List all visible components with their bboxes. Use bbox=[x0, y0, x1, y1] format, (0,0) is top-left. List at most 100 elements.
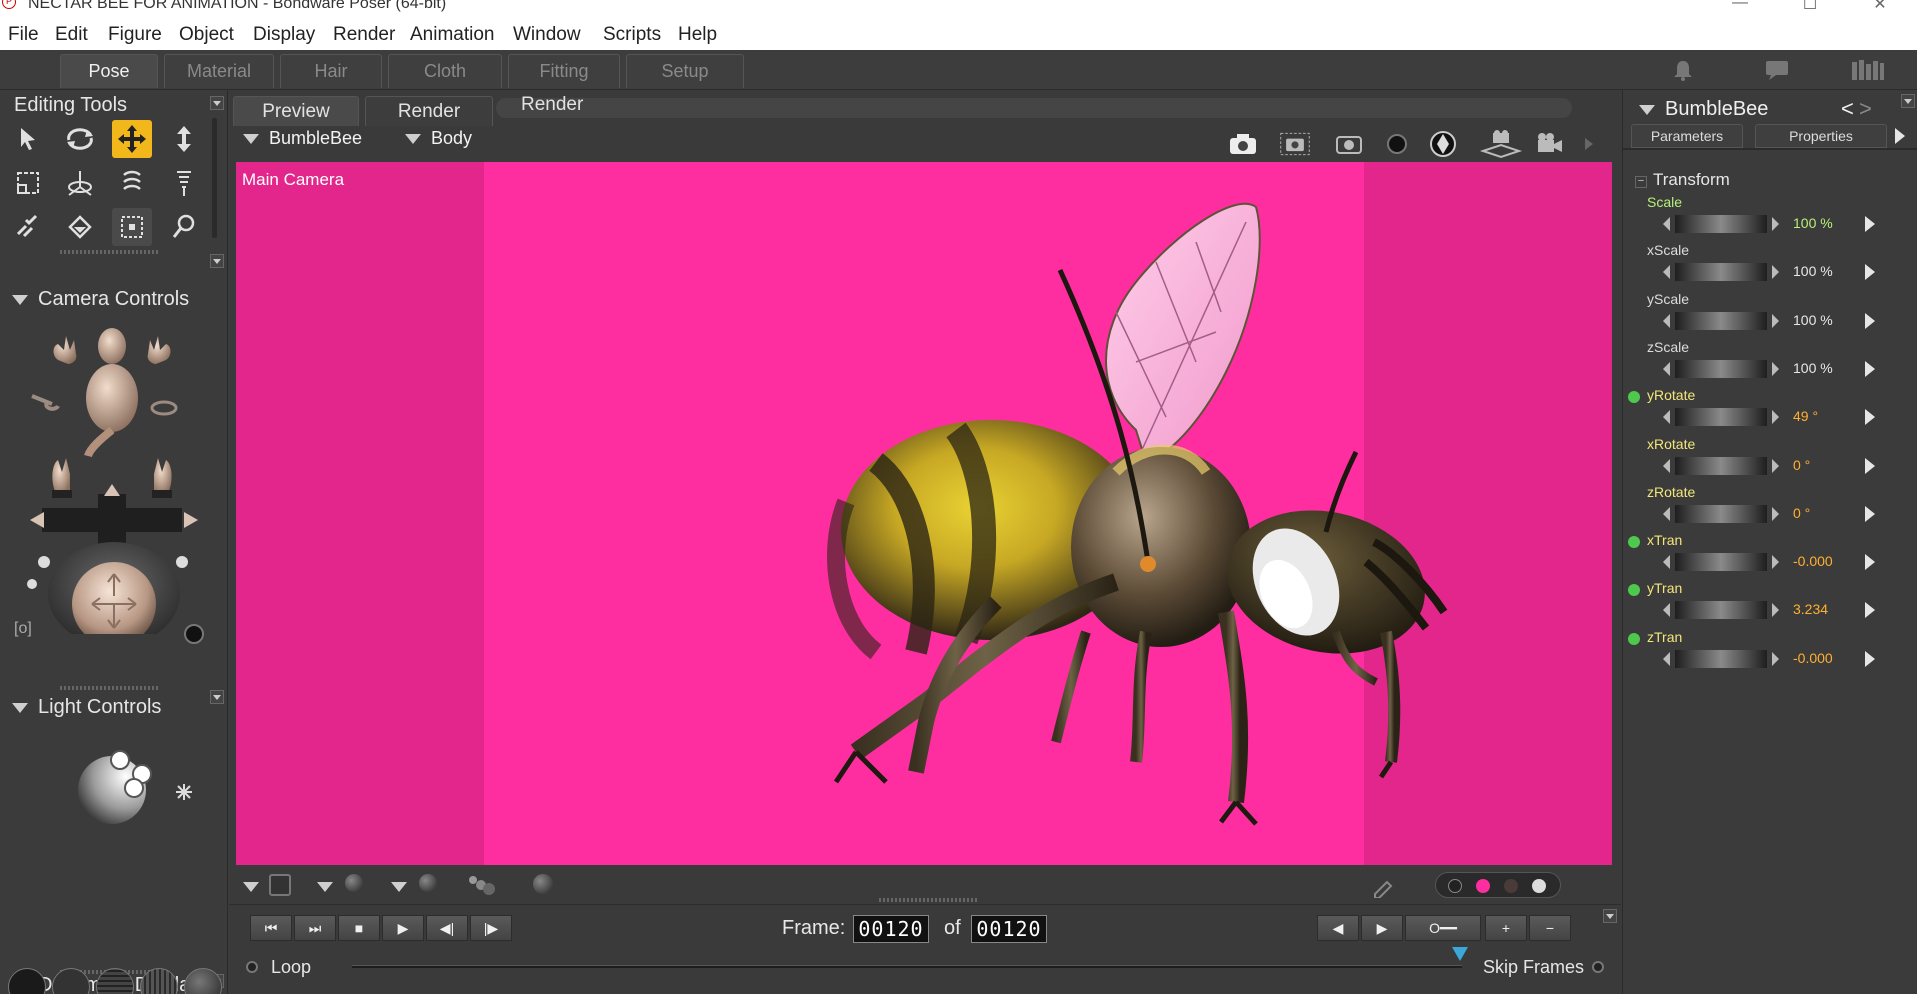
menu-figure[interactable]: Figure bbox=[108, 24, 162, 46]
bumblebee-figure[interactable] bbox=[236, 162, 1612, 865]
preview-dots-icon[interactable] bbox=[467, 874, 497, 896]
skip-frames-toggle[interactable] bbox=[1592, 961, 1604, 973]
play-button[interactable]: ▶ bbox=[382, 915, 424, 941]
close-button[interactable]: ✕ bbox=[1860, 0, 1900, 14]
ground-shadow-dropdown[interactable] bbox=[317, 878, 343, 896]
twist-tool-icon[interactable] bbox=[164, 164, 204, 202]
param-dial[interactable] bbox=[1663, 649, 1779, 669]
param-value[interactable]: -0.000 bbox=[1793, 650, 1833, 666]
tab-parameters[interactable]: Parameters bbox=[1631, 124, 1743, 148]
color-tool-icon[interactable] bbox=[60, 208, 100, 246]
param-row-yscale[interactable]: yScale 100 % bbox=[1641, 291, 1891, 339]
view-magnifier-tool-icon[interactable] bbox=[164, 208, 204, 246]
menu-edit[interactable]: Edit bbox=[55, 24, 88, 46]
depth-cue-ball-icon[interactable] bbox=[533, 874, 553, 894]
menu-object[interactable]: Object bbox=[179, 24, 234, 46]
select-tool-icon[interactable] bbox=[8, 120, 48, 158]
figure-style-ball-icon[interactable] bbox=[345, 874, 363, 892]
delete-keyframe-button[interactable]: − bbox=[1529, 915, 1571, 941]
param-row-ztran[interactable]: zTran -0.000 bbox=[1628, 629, 1891, 677]
color-swatch-white[interactable] bbox=[1532, 879, 1546, 893]
parameters-menu-button[interactable] bbox=[1901, 94, 1915, 108]
previous-actor-icon[interactable]: < bbox=[1841, 96, 1854, 122]
light-controls-menu-button[interactable] bbox=[210, 690, 224, 704]
color-swatch-pink[interactable] bbox=[1476, 879, 1490, 893]
step-forward-button[interactable]: |▶ bbox=[470, 915, 512, 941]
param-menu-arrow-icon[interactable] bbox=[1865, 409, 1875, 426]
taper-tool-icon[interactable] bbox=[60, 164, 100, 202]
param-dial[interactable] bbox=[1663, 262, 1779, 282]
param-row-ytran[interactable]: yTran 3.234 bbox=[1628, 580, 1891, 628]
menu-scripts[interactable]: Scripts bbox=[603, 24, 661, 46]
tab-render[interactable]: Render bbox=[365, 96, 493, 126]
stop-button[interactable]: ■ bbox=[338, 915, 380, 941]
main-viewport[interactable]: Main Camera bbox=[236, 162, 1612, 865]
param-dial[interactable] bbox=[1663, 214, 1779, 234]
loop-toggle[interactable] bbox=[246, 961, 258, 973]
param-value[interactable]: 0 ° bbox=[1793, 505, 1810, 521]
param-row-zscale[interactable]: zScale 100 % bbox=[1641, 339, 1891, 387]
material-room-ball-icon[interactable] bbox=[1427, 130, 1459, 158]
go-to-end-button[interactable]: ⏭ bbox=[294, 915, 336, 941]
tab-setup[interactable]: Setup bbox=[626, 54, 744, 88]
panel-collapse-button[interactable] bbox=[210, 254, 224, 268]
previous-keyframe-button[interactable]: ◀ bbox=[1317, 915, 1359, 941]
light-controls-header[interactable]: Light Controls bbox=[12, 696, 161, 719]
menu-help[interactable]: Help bbox=[678, 24, 717, 46]
param-dial[interactable] bbox=[1663, 552, 1779, 572]
param-row-xrotate[interactable]: xRotate 0 ° bbox=[1641, 436, 1891, 484]
param-menu-arrow-icon[interactable] bbox=[1865, 602, 1875, 619]
eyedropper-icon[interactable] bbox=[1371, 874, 1395, 899]
element-style-dropdown[interactable] bbox=[391, 878, 417, 896]
editing-tools-scrollbar[interactable] bbox=[212, 118, 217, 238]
translate-in-out-tool-icon[interactable] bbox=[164, 120, 204, 158]
param-value[interactable]: 49 ° bbox=[1793, 408, 1818, 424]
color-swatch-black[interactable] bbox=[1448, 879, 1462, 893]
rotate-tool-icon[interactable] bbox=[60, 120, 100, 158]
go-to-start-button[interactable]: ⏮ bbox=[250, 915, 292, 941]
param-dial[interactable] bbox=[1663, 311, 1779, 331]
param-value[interactable]: 3.234 bbox=[1793, 601, 1828, 617]
param-menu-arrow-icon[interactable] bbox=[1865, 650, 1875, 667]
param-value[interactable]: 100 % bbox=[1793, 215, 1833, 231]
menu-file[interactable]: File bbox=[8, 24, 39, 46]
param-value[interactable]: -0.000 bbox=[1793, 553, 1833, 569]
param-row-xscale[interactable]: xScale 100 % bbox=[1641, 242, 1891, 290]
next-keyframe-button[interactable]: ▶ bbox=[1361, 915, 1403, 941]
menu-render[interactable]: Render bbox=[333, 24, 395, 46]
param-value[interactable]: 100 % bbox=[1793, 312, 1833, 328]
param-row-scale[interactable]: Scale 100 % bbox=[1641, 194, 1891, 242]
add-keyframe-button[interactable]: + bbox=[1485, 915, 1527, 941]
tab-scroll-right-icon[interactable] bbox=[1895, 128, 1905, 144]
total-frames-field[interactable]: 00120 bbox=[971, 915, 1047, 943]
param-dial[interactable] bbox=[1663, 359, 1779, 379]
param-menu-arrow-icon[interactable] bbox=[1865, 457, 1875, 474]
tab-cloth[interactable]: Cloth bbox=[388, 54, 502, 88]
body-part-select-dropdown[interactable]: Body bbox=[405, 128, 472, 149]
param-row-yrotate[interactable]: yRotate 49 ° bbox=[1628, 387, 1891, 435]
param-dial[interactable] bbox=[1663, 504, 1779, 524]
param-menu-arrow-icon[interactable] bbox=[1865, 554, 1875, 571]
display-options-dropdown[interactable] bbox=[243, 878, 269, 896]
movie-camera-icon[interactable] bbox=[1533, 130, 1565, 158]
camera-selector-ball[interactable] bbox=[184, 624, 204, 644]
menu-window[interactable]: Window bbox=[513, 24, 581, 46]
library-icon[interactable] bbox=[1850, 58, 1886, 82]
toolbar-scroll-right-icon[interactable] bbox=[1579, 130, 1599, 158]
param-dial[interactable] bbox=[1663, 600, 1779, 620]
tab-material[interactable]: Material bbox=[164, 54, 274, 88]
tab-properties[interactable]: Properties bbox=[1755, 124, 1887, 148]
camera-controls-header[interactable]: Camera Controls bbox=[12, 288, 189, 311]
param-menu-arrow-icon[interactable] bbox=[1865, 505, 1875, 522]
tracking-mode-icon[interactable] bbox=[269, 874, 291, 896]
tab-fitting[interactable]: Fitting bbox=[508, 54, 620, 88]
animation-menu-button[interactable] bbox=[1603, 909, 1617, 923]
tab-preview[interactable]: Preview bbox=[233, 96, 359, 126]
chat-icon[interactable] bbox=[1764, 58, 1790, 82]
maximize-button[interactable]: ☐ bbox=[1790, 0, 1830, 14]
editing-tools-menu-button[interactable] bbox=[210, 96, 224, 110]
param-row-xtran[interactable]: xTran -0.000 bbox=[1628, 532, 1891, 580]
figure-select-dropdown[interactable]: BumbleBee bbox=[243, 128, 362, 149]
next-actor-icon[interactable]: > bbox=[1859, 96, 1872, 122]
param-menu-arrow-icon[interactable] bbox=[1865, 216, 1875, 232]
